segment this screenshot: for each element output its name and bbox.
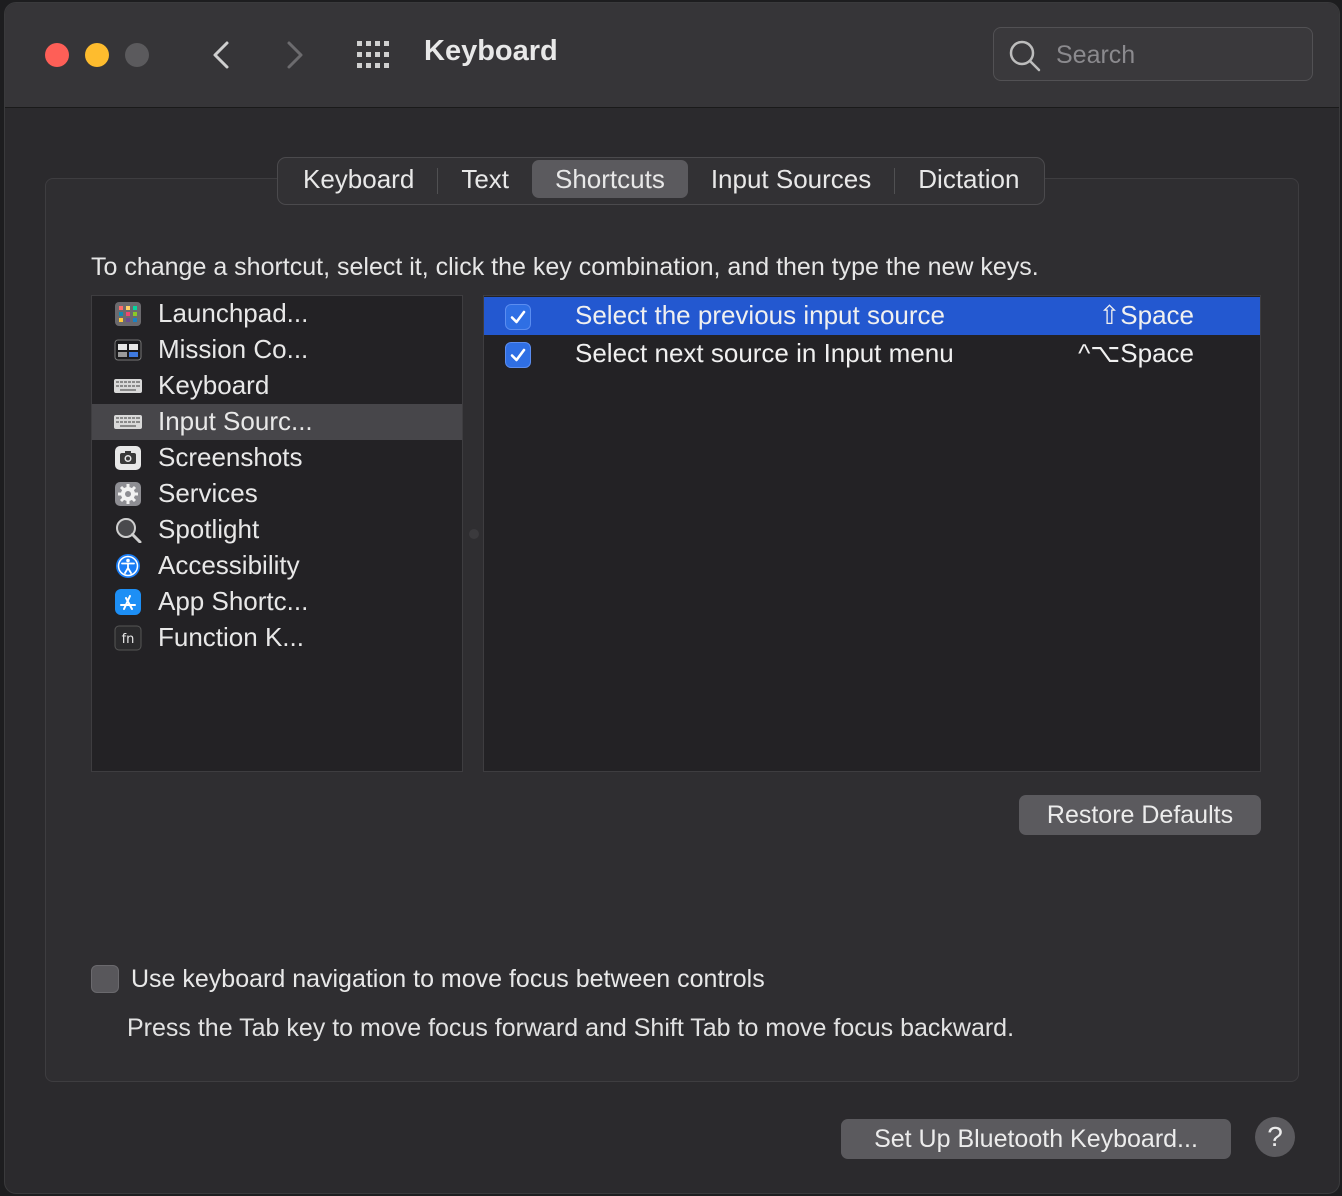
gear-icon [115,482,141,506]
keyboard-icon [114,379,142,393]
shortcut-label: Select next source in Input menu [575,338,954,368]
keyboard-navigation-hint: Press the Tab key to move focus forward … [127,1014,1015,1042]
tab-keyboard[interactable]: Keyboard [280,160,437,198]
category-keyboard[interactable]: Keyboard [92,368,462,404]
category-mission-control[interactable]: Mission Co... [92,332,462,368]
chevron-left-icon [213,41,229,69]
category-label: Input Sourc... [158,406,313,436]
minimize-button[interactable] [85,43,109,67]
instruction-text: To change a shortcut, select it, click t… [91,253,1039,281]
shortcut-label: Select the previous input source [575,300,945,330]
help-button[interactable]: ? [1255,1117,1295,1157]
shortcut-category-list: Launchpad... Mission Co... Keyboard Inpu… [91,295,463,772]
tab-shortcuts[interactable]: Shortcuts [532,160,688,198]
search-field[interactable] [993,27,1313,81]
app-store-icon [115,589,141,615]
shortcut-list: Select the previous input source ⇧Space … [483,295,1261,772]
tab-bar: Keyboard Text Shortcuts Input Sources Di… [277,157,1046,205]
category-label: Screenshots [158,442,303,472]
search-input[interactable] [1054,36,1298,74]
category-label: Launchpad... [158,298,309,328]
forward-button[interactable] [275,33,315,77]
shortcut-row-next-source[interactable]: Select next source in Input menu ^⌥Space [484,335,1260,373]
close-button[interactable] [45,43,69,67]
tab-input-sources[interactable]: Input Sources [688,160,894,198]
show-all-button[interactable] [355,39,395,71]
magnifier-icon [116,518,142,543]
category-label: Spotlight [158,514,260,544]
zoom-button[interactable] [125,43,149,67]
window-title: Keyboard [424,35,558,67]
category-screenshots[interactable]: Screenshots [92,440,462,476]
category-label: Function K... [158,622,304,652]
back-button[interactable] [203,33,243,77]
accessibility-icon [116,554,140,578]
category-input-sources[interactable]: Input Sourc... [92,404,462,440]
tab-text[interactable]: Text [438,160,532,198]
tab-dictation[interactable]: Dictation [895,160,1042,198]
checkmark-icon [510,348,526,362]
chevron-right-icon [287,41,303,69]
checkmark-icon [510,310,526,324]
keyboard-icon [114,415,142,429]
category-label: Keyboard [158,370,270,400]
category-app-shortcuts[interactable]: App Shortc... [92,584,462,620]
split-view-handle[interactable] [469,529,479,539]
category-label: Accessibility [158,550,300,580]
shortcut-keys[interactable]: ^⌥Space [1078,338,1194,369]
restore-defaults-button[interactable]: Restore Defaults [1019,795,1261,835]
mission-control-icon [114,339,142,361]
category-accessibility[interactable]: Accessibility [92,548,462,584]
screenshot-icon [115,446,141,470]
category-function-keys[interactable]: fn Function K... [92,620,462,656]
shortcut-row-previous-input-source[interactable]: Select the previous input source ⇧Space [484,297,1260,335]
category-label: Mission Co... [158,334,309,364]
category-services[interactable]: Services [92,476,462,512]
search-icon [1009,40,1041,72]
shortcut-enabled-checkbox[interactable] [505,342,531,368]
keyboard-navigation-label: Use keyboard navigation to move focus be… [131,965,765,993]
setup-bluetooth-keyboard-button[interactable]: Set Up Bluetooth Keyboard... [841,1119,1231,1159]
title-bar: Keyboard [5,3,1339,108]
keyboard-navigation-checkbox[interactable] [91,965,119,993]
grid-icon [357,41,389,68]
launchpad-icon [115,302,141,326]
system-preferences-window: Keyboard Keyboard Text Shortcuts Input S… [4,2,1340,1194]
category-label: Services [158,478,258,508]
shortcut-keys[interactable]: ⇧Space [1098,300,1194,331]
category-launchpad[interactable]: Launchpad... [92,296,462,332]
category-spotlight[interactable]: Spotlight [92,512,462,548]
shortcut-enabled-checkbox[interactable] [505,304,531,330]
fn-key-icon: fn [114,625,142,651]
category-label: App Shortc... [158,586,309,616]
svg-text:fn: fn [122,632,135,647]
